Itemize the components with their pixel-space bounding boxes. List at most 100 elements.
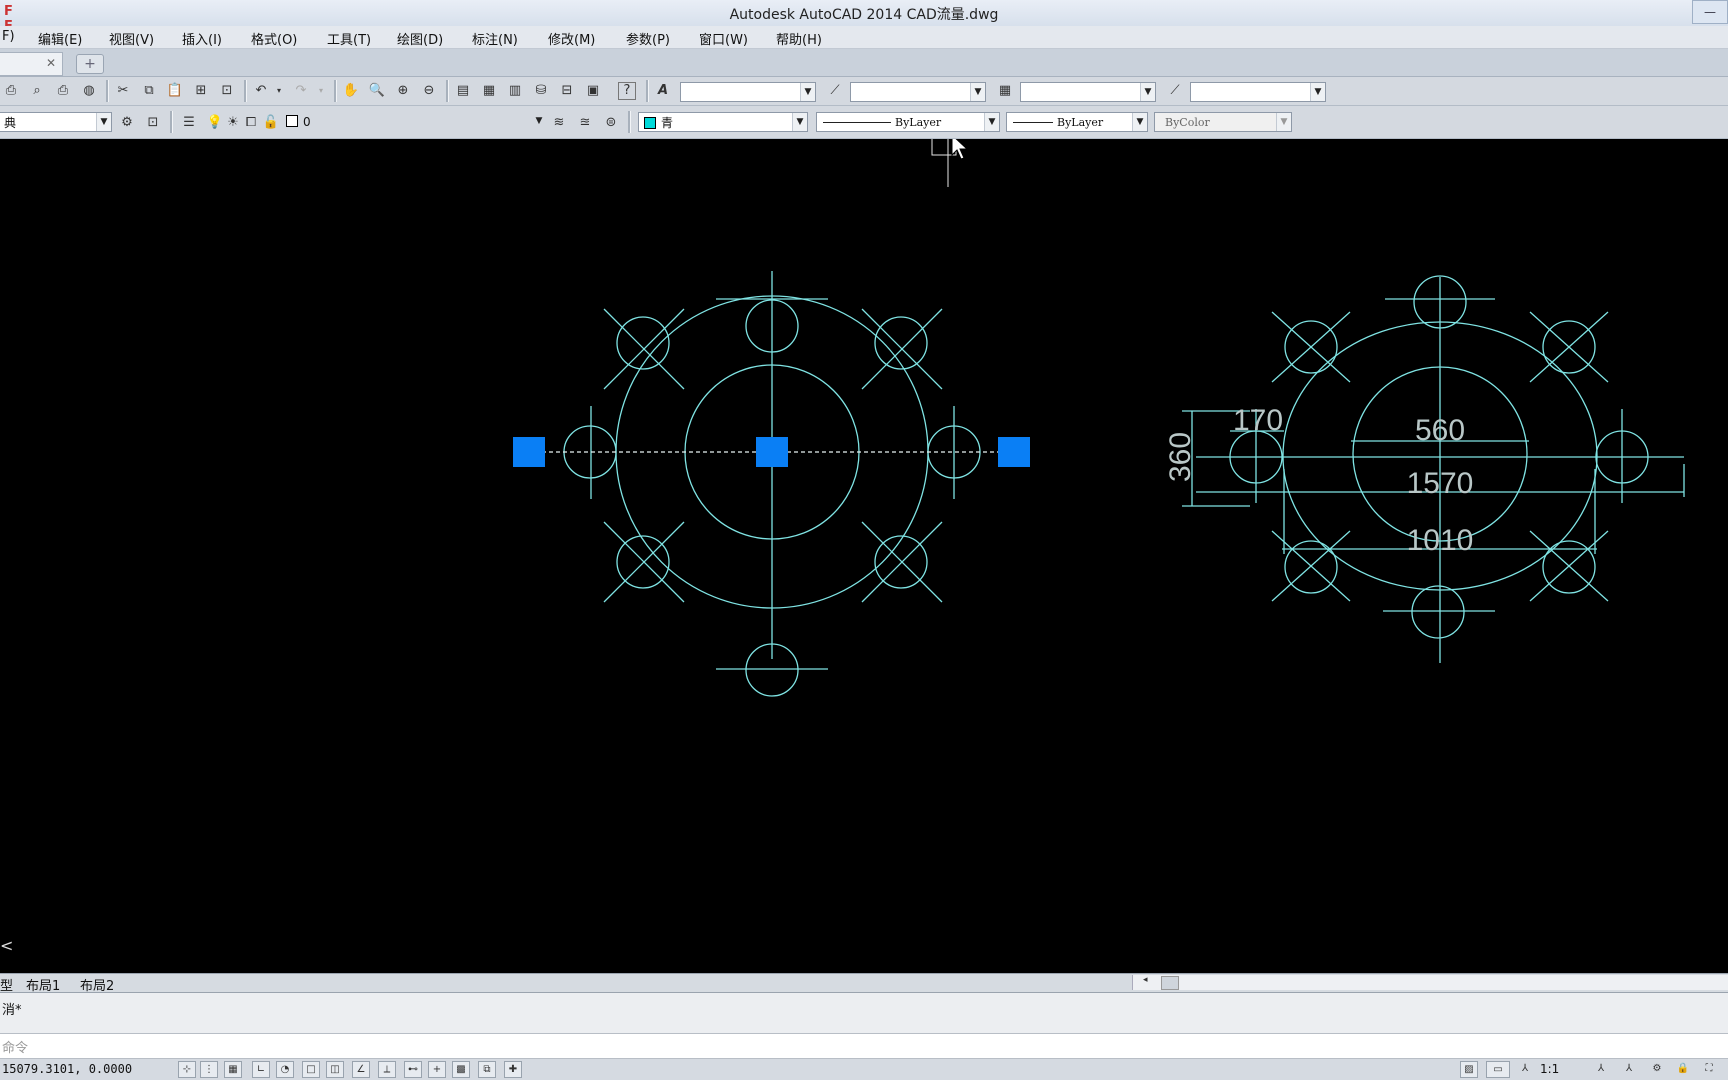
menu-parameters[interactable]: 参数(P) xyxy=(622,28,674,49)
auto-scale-icon[interactable]: ⅄ xyxy=(1620,1061,1638,1078)
layer-combo[interactable]: 0 ▼ xyxy=(282,112,546,132)
paste-icon[interactable]: 📋 xyxy=(166,82,184,100)
menu-tools[interactable]: 工具(T) xyxy=(323,28,375,49)
lightbulb-icon[interactable]: 💡 xyxy=(206,114,224,132)
dimension-text-1570[interactable]: 1570 xyxy=(1407,467,1474,500)
3d-dwf-icon[interactable]: ◍ xyxy=(80,82,98,100)
grip-left[interactable] xyxy=(513,437,545,467)
dim-style-combo[interactable]: ▼ xyxy=(850,82,986,102)
text-style-combo[interactable]: ▼ xyxy=(680,82,816,102)
clean-screen-icon[interactable]: ⛶ xyxy=(1700,1061,1718,1078)
minimize-button[interactable]: — xyxy=(1692,0,1728,24)
plot-preview-icon[interactable]: ⌕ xyxy=(28,82,46,100)
menu-dimension[interactable]: 标注(N) xyxy=(468,28,522,49)
properties-icon[interactable]: ▤ xyxy=(454,82,472,100)
menu-edit[interactable]: 编辑(E) xyxy=(34,28,86,49)
ortho-mode-icon[interactable]: ∟ xyxy=(252,1061,270,1078)
make-current-layer-icon[interactable]: ≋ xyxy=(550,114,568,132)
workspace-combo[interactable]: 典 ▼ xyxy=(0,112,112,132)
menu-format[interactable]: 格式(O) xyxy=(247,28,301,49)
layer-previous-icon[interactable]: ≊ xyxy=(576,114,594,132)
menu-insert[interactable]: 插入(I) xyxy=(178,28,226,49)
menu-modify[interactable]: 修改(M) xyxy=(544,28,599,49)
grip-right[interactable] xyxy=(998,437,1030,467)
file-tab[interactable]: ✕ xyxy=(0,52,63,76)
scrollbar-thumb[interactable] xyxy=(1161,976,1179,990)
command-line-input[interactable]: 命令 xyxy=(0,1034,1728,1059)
table-style-combo[interactable]: ▼ xyxy=(1020,82,1156,102)
dim-style-icon[interactable]: ⟋ xyxy=(826,82,844,100)
block-editor-icon[interactable]: ⊡ xyxy=(218,82,236,100)
dynamic-input-icon[interactable]: ⊷ xyxy=(404,1061,422,1078)
menu-help[interactable]: 帮助(H) xyxy=(772,28,826,49)
3d-object-snap-icon[interactable]: ◫ xyxy=(326,1061,344,1078)
annotation-visibility-icon[interactable]: ⅄ xyxy=(1592,1061,1610,1078)
annotation-scale-icon[interactable]: ⅄ xyxy=(1516,1061,1534,1078)
color-combo[interactable]: 青 ▼ xyxy=(638,112,808,132)
menu-draw[interactable]: 绘图(D) xyxy=(393,28,447,49)
selection-cycling-icon[interactable]: ✚ xyxy=(504,1061,522,1078)
tab-layout1[interactable]: 布局1 xyxy=(26,975,60,994)
multileader-style-combo[interactable]: ▼ xyxy=(1190,82,1326,102)
drawing-svg[interactable]: 560 1570 1010 170 360 < xyxy=(0,128,1728,973)
sun-icon[interactable]: ☀ xyxy=(224,114,242,132)
gear-icon[interactable]: ⚙ xyxy=(118,114,136,132)
match-properties-icon[interactable]: ⊞ xyxy=(192,82,210,100)
viewport-freeze-icon[interactable]: ⧠ xyxy=(242,114,260,132)
dimension-text-170[interactable]: 170 xyxy=(1233,404,1283,437)
model-space-icon[interactable]: ▨ xyxy=(1460,1061,1478,1078)
tool-palettes-icon[interactable]: ▥ xyxy=(506,82,524,100)
quick-view-layouts-icon[interactable]: ▭ xyxy=(1486,1061,1510,1078)
menu-window[interactable]: 窗口(W) xyxy=(695,28,752,49)
new-tab-button[interactable]: + xyxy=(76,54,104,74)
design-center-icon[interactable]: ▦ xyxy=(480,82,498,100)
copy-icon[interactable]: ⧉ xyxy=(140,82,158,100)
infer-constraints-icon[interactable]: ⊹ xyxy=(178,1061,196,1078)
quickcalc-icon[interactable]: ▣ xyxy=(584,82,602,100)
selected-flange-drawing[interactable] xyxy=(563,271,981,697)
close-icon[interactable]: ✕ xyxy=(46,56,56,70)
transparency-icon[interactable]: ▩ xyxy=(452,1061,470,1078)
lineweight-toggle-icon[interactable]: + xyxy=(428,1061,446,1078)
snap-mode-icon[interactable]: ⋮ xyxy=(200,1061,218,1078)
lock-icon[interactable]: 🔒 xyxy=(1674,1061,1692,1078)
multileader-style-icon[interactable]: ⟋ xyxy=(1166,82,1184,100)
polar-tracking-icon[interactable]: ◔ xyxy=(276,1061,294,1078)
help-icon[interactable]: ? xyxy=(618,82,636,100)
customize-icon[interactable]: ⊡ xyxy=(144,114,162,132)
redo-dropdown-icon[interactable]: ▾ xyxy=(312,82,330,100)
table-style-icon[interactable]: ▦ xyxy=(996,82,1014,100)
menu-view[interactable]: 视图(V) xyxy=(105,28,158,49)
linetype-combo[interactable]: ByLayer ▼ xyxy=(816,112,1000,132)
sheet-set-icon[interactable]: ⛁ xyxy=(532,82,550,100)
scroll-left-icon[interactable]: ◂ xyxy=(1143,975,1148,985)
markup-icon[interactable]: ⊟ xyxy=(558,82,576,100)
layer-state-icon[interactable]: ⊜ xyxy=(602,114,620,132)
zoom-previous-icon[interactable]: ⊖ xyxy=(420,82,438,100)
dimension-text-560[interactable]: 560 xyxy=(1415,414,1465,447)
object-snap-icon[interactable]: □ xyxy=(302,1061,320,1078)
plot-icon[interactable]: ⎙ xyxy=(2,82,20,100)
text-style-icon[interactable]: A xyxy=(654,82,672,100)
pan-icon[interactable]: ✋ xyxy=(342,82,360,100)
zoom-window-icon[interactable]: ⊕ xyxy=(394,82,412,100)
undo-icon[interactable]: ↶ xyxy=(252,82,270,100)
lineweight-combo[interactable]: ByLayer ▼ xyxy=(1006,112,1148,132)
plotstyle-combo[interactable]: ByColor ▼ xyxy=(1154,112,1292,132)
drawing-canvas[interactable]: 560 1570 1010 170 360 < xyxy=(0,128,1728,973)
tab-model[interactable]: 型 xyxy=(0,975,13,994)
cut-icon[interactable]: ✂ xyxy=(114,82,132,100)
zoom-realtime-icon[interactable]: 🔍 xyxy=(368,82,386,100)
lock-icon[interactable]: 🔓 xyxy=(262,114,280,132)
gear-icon[interactable]: ⚙ xyxy=(1648,1061,1666,1078)
grid-display-icon[interactable]: ▦ xyxy=(224,1061,242,1078)
publish-icon[interactable]: ⎙ xyxy=(54,82,72,100)
annotation-scale-value[interactable]: 1:1 xyxy=(1540,1062,1559,1076)
dimension-text-1010[interactable]: 1010 xyxy=(1407,524,1474,557)
dimension-text-360[interactable]: 360 xyxy=(1164,432,1197,482)
redo-icon[interactable]: ↷ xyxy=(292,82,310,100)
tab-layout2[interactable]: 布局2 xyxy=(80,975,114,994)
object-snap-tracking-icon[interactable]: ∠ xyxy=(352,1061,370,1078)
horizontal-scrollbar[interactable]: ◂ xyxy=(1132,975,1728,990)
menu-file[interactable]: F) xyxy=(0,28,19,45)
